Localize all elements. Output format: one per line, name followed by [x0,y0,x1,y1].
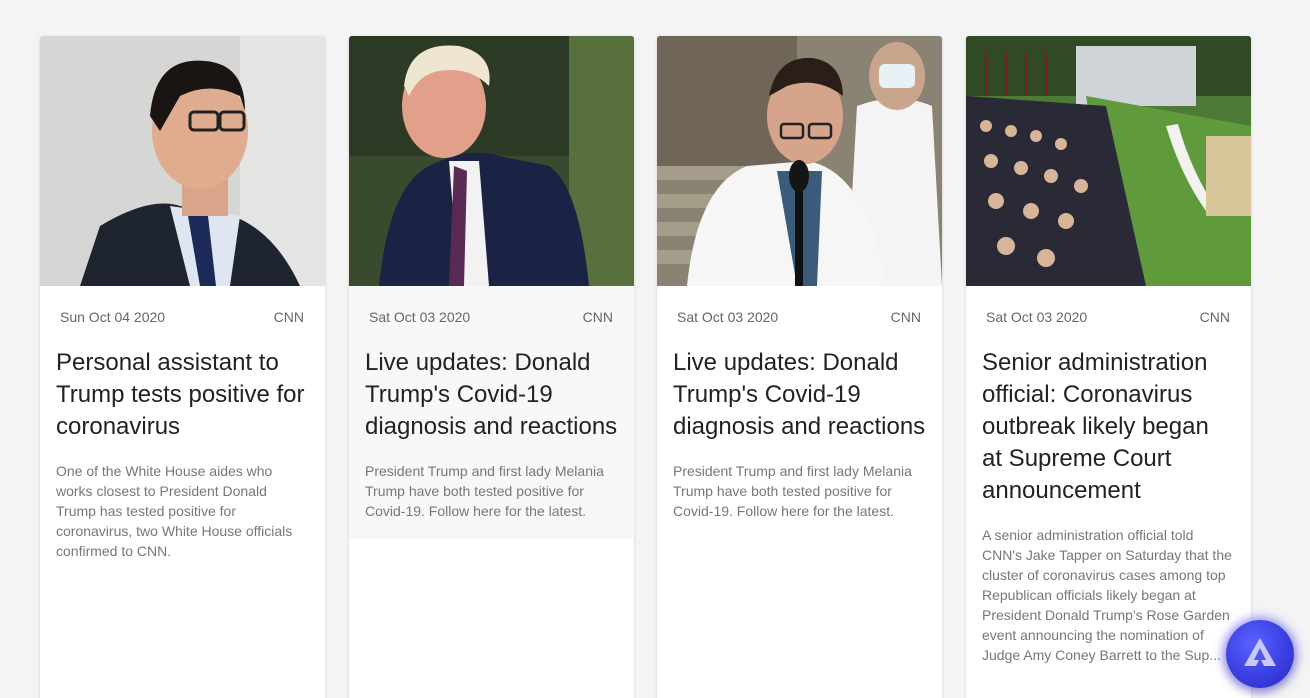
article-description: President Trump and first lady Melania T… [673,463,912,519]
article-date: Sat Oct 03 2020 [677,309,779,325]
article-source: CNN [273,309,304,325]
article-source: CNN [582,309,613,325]
article-meta: Sat Oct 03 2020 CNN [657,286,942,327]
article-title[interactable]: Live updates: Donald Trump's Covid-19 di… [657,327,942,443]
article-meta: Sun Oct 04 2020 CNN [40,286,325,327]
article-date: Sun Oct 04 2020 [60,309,166,325]
article-description: President Trump and first lady Melania T… [365,463,604,519]
article-card[interactable]: Sat Oct 03 2020 CNN Live updates: Donald… [349,36,634,698]
article-thumbnail[interactable] [657,36,942,286]
article-date: Sat Oct 03 2020 [369,309,471,325]
article-meta: Sat Oct 03 2020 CNN [966,286,1251,327]
article-date: Sat Oct 03 2020 [986,309,1088,325]
article-card[interactable]: Sat Oct 03 2020 CNN Live updates: Donald… [657,36,942,698]
article-card[interactable]: Sat Oct 03 2020 CNN Senior administratio… [966,36,1251,698]
article-thumbnail[interactable] [349,36,634,286]
article-title[interactable]: Senior administration official: Coronavi… [966,327,1251,507]
article-card[interactable]: Sun Oct 04 2020 CNN Personal assistant t… [40,36,325,698]
triangle-logo-icon [1242,636,1278,673]
assistant-fab-button[interactable] [1226,620,1294,688]
article-card-grid: Sun Oct 04 2020 CNN Personal assistant t… [40,36,1270,698]
article-thumbnail[interactable] [40,36,325,286]
article-thumbnail[interactable] [966,36,1251,286]
article-meta: Sat Oct 03 2020 CNN [349,286,634,327]
article-source: CNN [890,309,921,325]
article-description: One of the White House aides who works c… [56,463,293,559]
article-title[interactable]: Live updates: Donald Trump's Covid-19 di… [349,327,634,443]
article-source: CNN [1199,309,1230,325]
article-title[interactable]: Personal assistant to Trump tests positi… [40,327,325,443]
article-description: A senior administration official told CN… [982,527,1232,663]
